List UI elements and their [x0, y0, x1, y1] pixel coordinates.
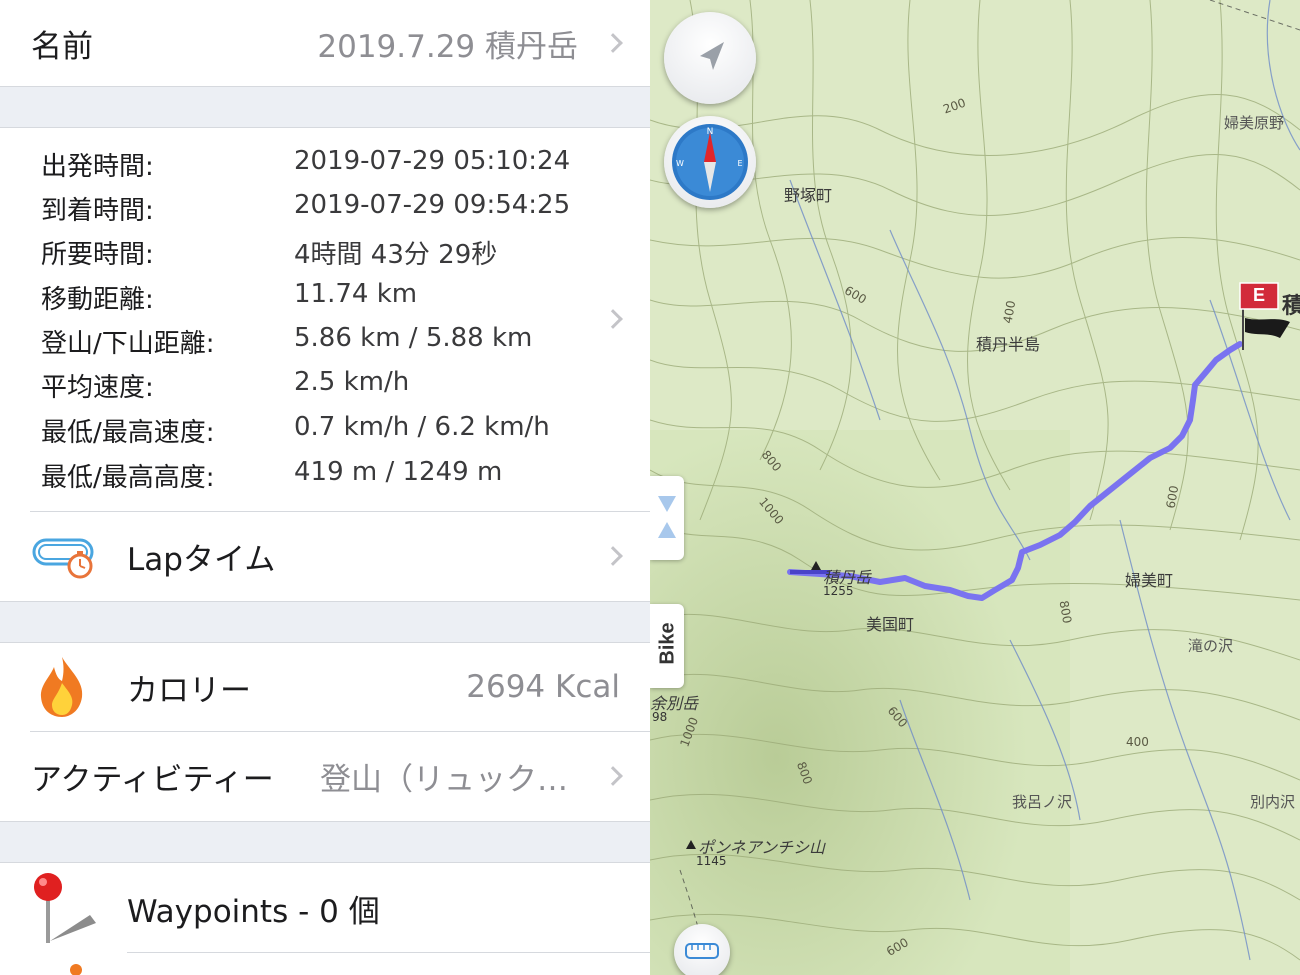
calorie-label: カロリー [127, 672, 251, 709]
map-label: 野塚町 [784, 186, 833, 205]
stats-block[interactable]: 出発時間: 2019-07-29 05:10:24 到着時間: 2019-07-… [0, 128, 650, 511]
stat-value: 4時間 43分 29秒 [294, 240, 498, 270]
map-view[interactable]: E 積 野塚町 婦美原野 積丹半島 積丹岳 1255 美国町 婦美町 滝の沢 余… [650, 0, 1300, 975]
ruler-icon [685, 943, 719, 959]
panel-toggle-tab[interactable] [650, 476, 684, 560]
bike-tab-label: Bike [656, 622, 679, 665]
collapse-arrows-icon [658, 496, 676, 538]
map-label: 積 [1282, 293, 1300, 319]
section-separator [0, 86, 650, 128]
section-separator [0, 601, 650, 643]
map-label: 婦美原野 [1224, 114, 1285, 132]
stat-key: 平均速度: [41, 373, 154, 403]
divider [127, 952, 650, 953]
stat-key: 出発時間: [41, 152, 154, 182]
stat-value: 5.86 km / 5.88 km [294, 323, 533, 353]
end-flag-label: E [1252, 285, 1265, 305]
map-label: 積丹半島 [976, 335, 1041, 354]
map-label: 美国町 [866, 615, 915, 634]
stat-value: 2.5 km/h [294, 367, 410, 397]
stat-row: 最低/最高速度: 0.7 km/h / 6.2 km/h [41, 412, 601, 449]
stat-key: 最低/最高速度: [41, 418, 215, 448]
stat-value: 419 m / 1249 m [294, 457, 503, 487]
stat-value: 2019-07-29 05:10:24 [294, 146, 571, 176]
location-arrow-icon [700, 42, 724, 70]
compass-button[interactable]: N E W [664, 116, 756, 208]
contour-label: 400 [1126, 735, 1149, 749]
bike-mode-tab[interactable]: Bike [650, 604, 684, 688]
stat-key: 到着時間: [41, 196, 154, 226]
compass-icon: N E W [672, 124, 748, 200]
map-label: 1145 [696, 854, 727, 868]
chevron-right-icon [603, 766, 623, 786]
flame-icon [36, 655, 88, 719]
stat-key: 移動距離: [41, 285, 154, 315]
track-details-panel: 名前 2019.7.29 積丹岳 出発時間: 2019-07-29 05:10:… [0, 0, 650, 975]
name-row[interactable]: 名前 2019.7.29 積丹岳 [0, 0, 650, 86]
section-separator [0, 821, 650, 863]
pin-icon [30, 871, 100, 947]
stat-key: 最低/最高高度: [41, 463, 215, 493]
lap-timer-icon [32, 534, 96, 584]
map-label: 1255 [823, 584, 854, 598]
calorie-value: 2694 Kcal [466, 669, 620, 705]
stat-row: 出発時間: 2019-07-29 05:10:24 [41, 146, 601, 183]
map-label: 別内沢 [1250, 793, 1296, 811]
map-label: 98 [652, 710, 668, 724]
chevron-right-icon [603, 33, 623, 53]
lap-time-row[interactable]: Lapタイム [0, 512, 650, 601]
stat-row: 平均速度: 2.5 km/h [41, 367, 601, 404]
stat-key: 登山/下山距離: [41, 329, 215, 359]
next-row-icon [70, 964, 82, 975]
activity-label: アクティビティー [31, 762, 274, 798]
chevron-right-icon [603, 546, 623, 566]
waypoints-row[interactable]: Waypoints - 0 個 [0, 863, 650, 953]
stat-row: 最低/最高高度: 419 m / 1249 m [41, 457, 601, 494]
activity-value: 登山（リュック… [320, 762, 568, 798]
map-label: 滝の沢 [1188, 637, 1234, 655]
stat-value: 2019-07-29 09:54:25 [294, 190, 571, 220]
stat-key: 所要時間: [41, 240, 154, 270]
name-value: 2019.7.29 積丹岳 [317, 28, 578, 65]
map-label: 婦美町 [1125, 571, 1174, 590]
svg-text:W: W [676, 159, 684, 168]
stat-value: 11.74 km [294, 279, 418, 309]
calorie-row: カロリー 2694 Kcal [0, 643, 650, 731]
name-label: 名前 [31, 28, 93, 65]
locate-button[interactable] [664, 12, 756, 104]
stat-row: 移動距離: 11.74 km [41, 279, 601, 316]
activity-row[interactable]: アクティビティー 登山（リュック… [0, 732, 650, 821]
map-label: 我呂ノ沢 [1012, 793, 1073, 811]
chevron-right-icon [603, 309, 623, 329]
stat-row: 所要時間: 4時間 43分 29秒 [41, 234, 601, 271]
waypoints-label: Waypoints - 0 個 [127, 893, 380, 930]
svg-text:N: N [707, 127, 714, 137]
stat-value: 0.7 km/h / 6.2 km/h [294, 412, 550, 442]
ruler-button[interactable] [674, 924, 730, 975]
lap-time-label: Lapタイム [127, 542, 276, 578]
stat-row: 登山/下山距離: 5.86 km / 5.88 km [41, 323, 601, 360]
svg-text:E: E [737, 159, 742, 168]
stat-row: 到着時間: 2019-07-29 09:54:25 [41, 190, 601, 227]
